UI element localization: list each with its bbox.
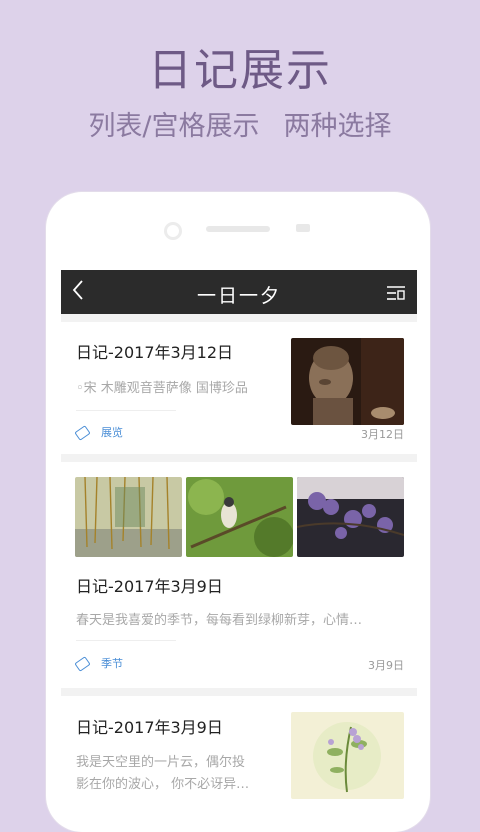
promo-subline: 列表/宫格展示 两种选择 [0,104,480,143]
diary-entry-card[interactable]: 日记-2017年3月9日 春天是我喜爱的季节，每每看到绿柳新芽，心情… 季节 3… [61,462,417,688]
promo-headline: 日记展示 [148,45,332,96]
buddha-statue-thumbnail[interactable] [291,338,404,425]
entry-title: 日记-2017年3月12日 [76,343,234,362]
tag-icon [74,656,91,672]
entry-tag-label: 展览 [101,426,123,439]
wisteria-thumbnail[interactable] [297,477,404,557]
flower-illustration-thumbnail[interactable] [291,712,404,799]
entry-title: 日记-2017年3月9日 [76,577,223,596]
nav-bar: 一日一夕 [61,270,417,314]
entry-divider [76,640,176,641]
entry-date: 3月9日 [368,659,404,672]
willow-thumbnail[interactable] [75,477,182,557]
entry-title: 日记-2017年3月9日 [76,718,223,737]
entry-tag-label: 季节 [101,657,123,670]
diary-entry-card[interactable]: 日记-2017年3月9日 我是天空里的一片云，偶尔投 影在你的波心， 你不必讶异… [61,696,417,800]
entry-description-line: 我是天空里的一片云，偶尔投 [76,755,246,770]
tag-icon [74,425,91,441]
entry-description: 春天是我喜爱的季节，每每看到绿柳新芽，心情… [76,613,363,628]
promo-sub-left: 列表/宫格展示 [88,111,260,142]
nav-title: 一日一夕 [196,285,281,307]
entry-tag[interactable]: 展览 [74,424,123,441]
menu-icon[interactable] [387,285,405,300]
bird-thumbnail[interactable] [186,477,293,557]
entry-description: ◦宋 木雕观音菩萨像 国博珍品 [76,381,248,396]
app-screen: 一日一夕 日记-2017年3月12日 ◦宋 木雕观音菩萨像 国博珍品 展览 3月… [61,270,417,800]
entry-date: 3月12日 [361,428,404,441]
entry-divider [76,410,176,411]
entry-description-line: 影在你的波心， 你不必讶异… [76,777,250,792]
front-camera [164,222,182,240]
promo-sub-right: 两种选择 [283,111,392,142]
proximity-sensor [296,224,310,232]
entry-tag[interactable]: 季节 [74,655,123,672]
diary-entry-card[interactable]: 日记-2017年3月12日 ◦宋 木雕观音菩萨像 国博珍品 展览 3月12日 [61,322,417,454]
earpiece-speaker [206,226,270,232]
